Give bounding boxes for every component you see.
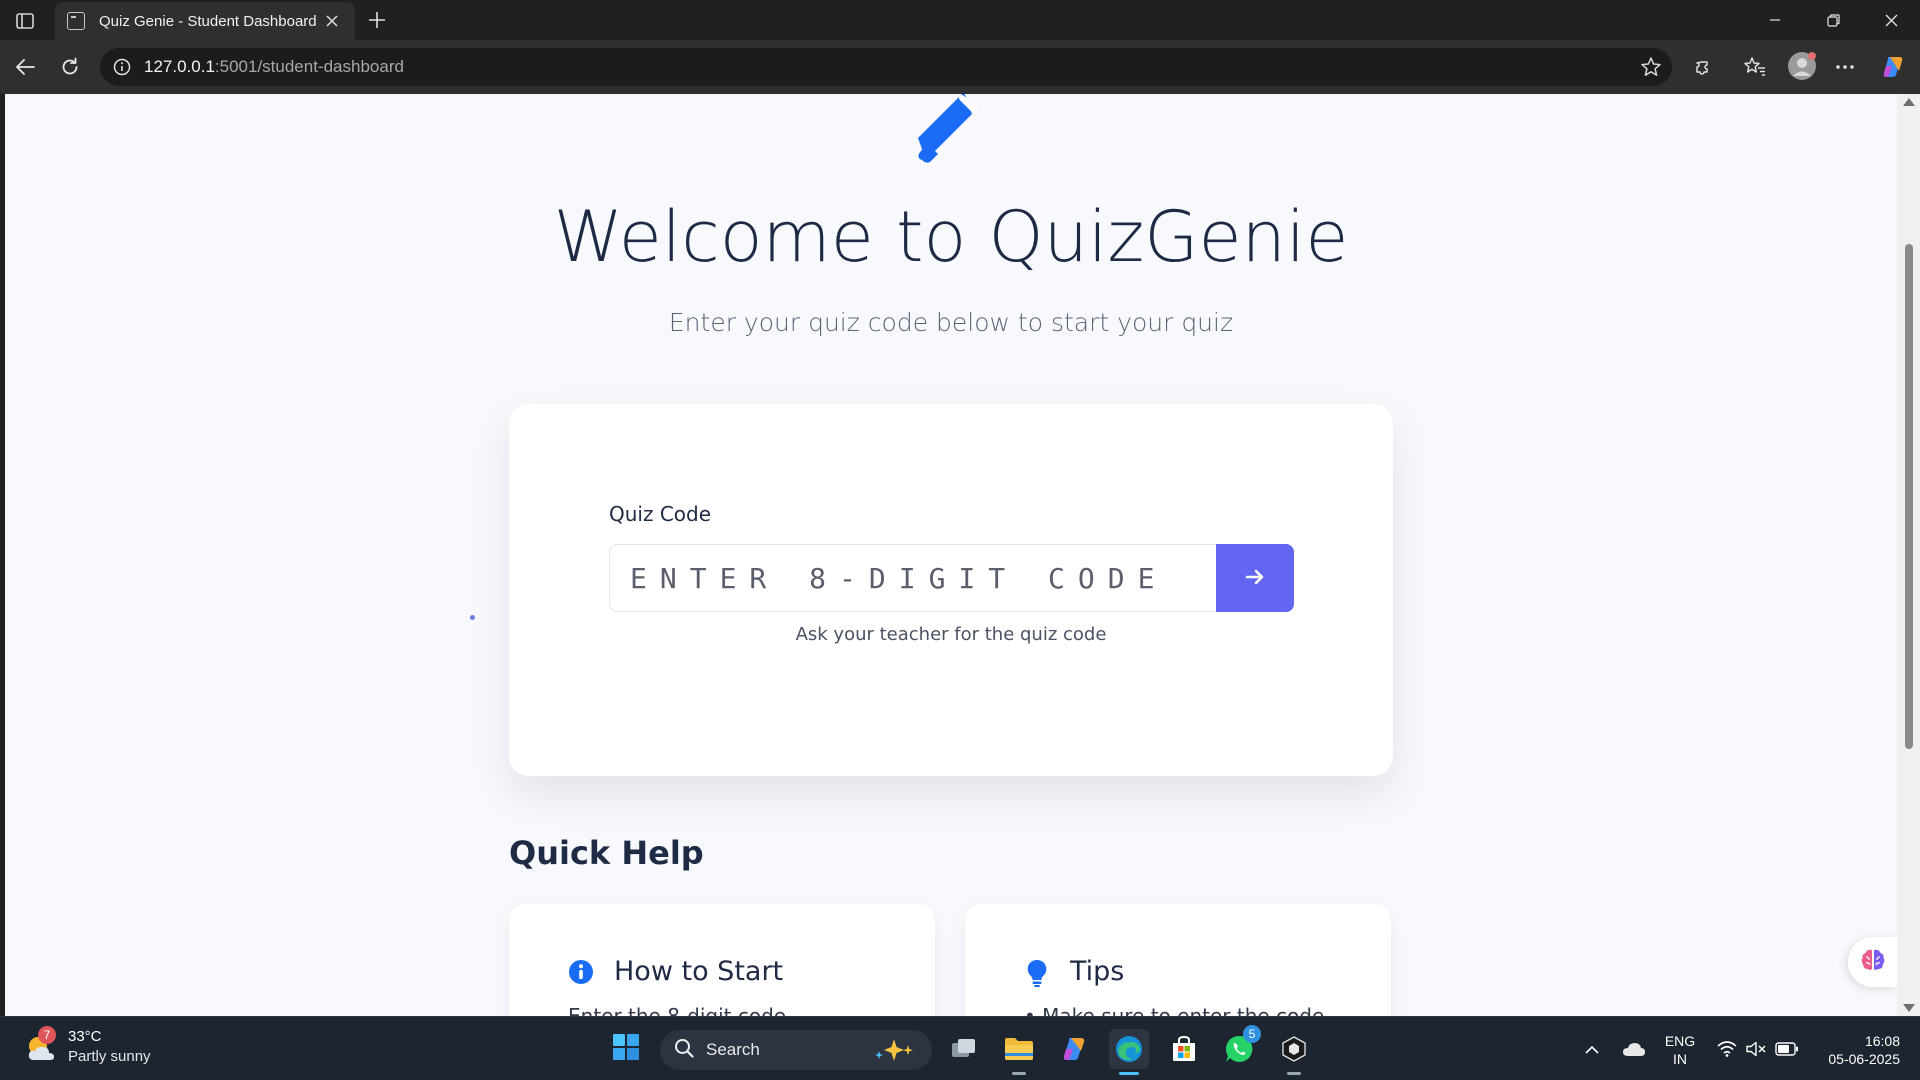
speaker-muted-icon[interactable] [1743, 1017, 1769, 1080]
url-path: :5001/student-dashboard [214, 57, 404, 76]
page-scrollbar[interactable] [1897, 94, 1920, 1016]
tab-favicon-icon [67, 12, 85, 30]
page-subtitle: Enter your quiz code below to start your… [668, 308, 1234, 337]
app-running-indicator [1287, 1072, 1301, 1075]
dev-app-icon[interactable] [1274, 1029, 1314, 1075]
restore-button[interactable] [1804, 0, 1862, 40]
clock-date: 05-06-2025 [1828, 1051, 1900, 1067]
file-explorer-icon[interactable] [999, 1029, 1039, 1075]
tab-close-icon[interactable] [321, 10, 343, 32]
help-card-text: Enter the 8-digit code [568, 1004, 787, 1016]
scroll-down-icon[interactable] [1903, 1004, 1915, 1012]
search-label: Search [706, 1040, 760, 1059]
help-card-title: Tips [1070, 956, 1125, 987]
lang-code: ENG [1664, 1033, 1696, 1049]
site-info-icon[interactable] [112, 57, 132, 77]
whatsapp-icon[interactable]: 5 [1219, 1025, 1261, 1069]
decorative-dot [470, 615, 475, 620]
favorites-icon[interactable] [1742, 54, 1768, 80]
weather-widget[interactable]: 7 33°C Partly sunny [24, 1026, 151, 1067]
help-card-how-to-start: How to Start Enter the 8-digit code [509, 904, 935, 1016]
info-circle-icon [568, 959, 594, 985]
lightbulb-icon [1024, 959, 1050, 987]
close-window-button[interactable] [1862, 0, 1920, 40]
lang-region: IN [1673, 1051, 1687, 1067]
url-text: 127.0.0.1:5001/student-dashboard [144, 57, 404, 77]
brain-icon [1860, 948, 1886, 976]
tab-title: Quiz Genie - Student Dashboard [99, 12, 317, 30]
browser-tab-strip: Quiz Genie - Student Dashboard [0, 0, 1920, 40]
start-button[interactable] [606, 1029, 646, 1069]
sparkle-icon [872, 1037, 918, 1068]
wifi-icon[interactable] [1714, 1017, 1740, 1080]
pen-logo-icon [908, 94, 1000, 174]
quick-help-heading: Quick Help [509, 834, 704, 872]
windows-logo-icon [612, 1033, 640, 1066]
student-dashboard: Welcome to QuizGenie Enter your quiz cod… [5, 94, 1897, 1016]
quiz-code-label: Quiz Code [609, 502, 712, 526]
scroll-up-icon[interactable] [1903, 98, 1915, 106]
arrow-right-icon [1245, 568, 1265, 589]
input-language-indicator[interactable]: ENG IN [1650, 1032, 1710, 1068]
browser-tab-active[interactable]: Quiz Genie - Student Dashboard [55, 2, 355, 40]
clock-time: 16:08 [1864, 1033, 1900, 1049]
app-active-indicator [1119, 1072, 1139, 1075]
more-options-icon[interactable] [1832, 54, 1858, 80]
sidebar-toggle-icon[interactable] [10, 8, 40, 34]
back-arrow-icon[interactable] [10, 52, 40, 82]
quiz-code-card: Quiz Code Ask your teacher for the quiz … [509, 404, 1393, 776]
taskbar-search[interactable]: Search [660, 1030, 932, 1070]
onedrive-cloud-icon[interactable] [1620, 1017, 1648, 1080]
help-card-title: How to Start [614, 956, 784, 987]
task-view-icon[interactable] [944, 1029, 984, 1069]
quiz-code-input[interactable] [609, 544, 1216, 612]
app-running-indicator [1012, 1072, 1026, 1075]
ai-assistant-button[interactable] [1848, 937, 1897, 987]
search-icon [674, 1038, 694, 1063]
profile-avatar[interactable] [1787, 51, 1817, 81]
submit-code-button[interactable] [1216, 544, 1294, 612]
page-title: Welcome to QuizGenie [553, 196, 1349, 278]
help-card-text: • Make sure to enter the code [1024, 1004, 1325, 1016]
url-host: 127.0.0.1 [144, 57, 215, 76]
favorite-star-icon[interactable] [1640, 56, 1662, 78]
reload-icon[interactable] [55, 52, 85, 82]
partly-sunny-icon: 7 [24, 1026, 58, 1064]
edge-browser-icon[interactable] [1109, 1029, 1149, 1075]
scrollbar-thumb[interactable] [1905, 244, 1913, 749]
battery-icon[interactable] [1772, 1017, 1802, 1080]
window-controls [1746, 0, 1920, 40]
quiz-code-hint: Ask your teacher for the quiz code [795, 624, 1107, 645]
browser-toolbar: 127.0.0.1:5001/student-dashboard [0, 40, 1920, 94]
show-hidden-icons-chevron-icon[interactable] [1580, 1017, 1604, 1080]
new-tab-button[interactable] [362, 6, 392, 34]
address-bar[interactable]: 127.0.0.1:5001/student-dashboard [100, 48, 1672, 86]
weather-condition: Partly sunny [68, 1048, 151, 1065]
system-clock[interactable]: 16:08 05-06-2025 [1810, 1032, 1900, 1068]
extensions-icon[interactable] [1690, 54, 1716, 80]
minimize-button[interactable] [1746, 0, 1804, 40]
weather-badge: 7 [38, 1026, 56, 1044]
copilot-app-icon[interactable] [1054, 1029, 1094, 1069]
weather-temperature: 33°C [68, 1028, 102, 1045]
windows-taskbar: 7 33°C Partly sunny Search 5 ENG IN 16:0… [0, 1016, 1920, 1080]
microsoft-store-icon[interactable] [1164, 1029, 1204, 1069]
page-viewport: Welcome to QuizGenie Enter your quiz cod… [5, 94, 1897, 1016]
copilot-icon[interactable] [1880, 54, 1906, 80]
help-card-tips: Tips • Make sure to enter the code [965, 904, 1391, 1016]
whatsapp-badge: 5 [1243, 1025, 1261, 1043]
